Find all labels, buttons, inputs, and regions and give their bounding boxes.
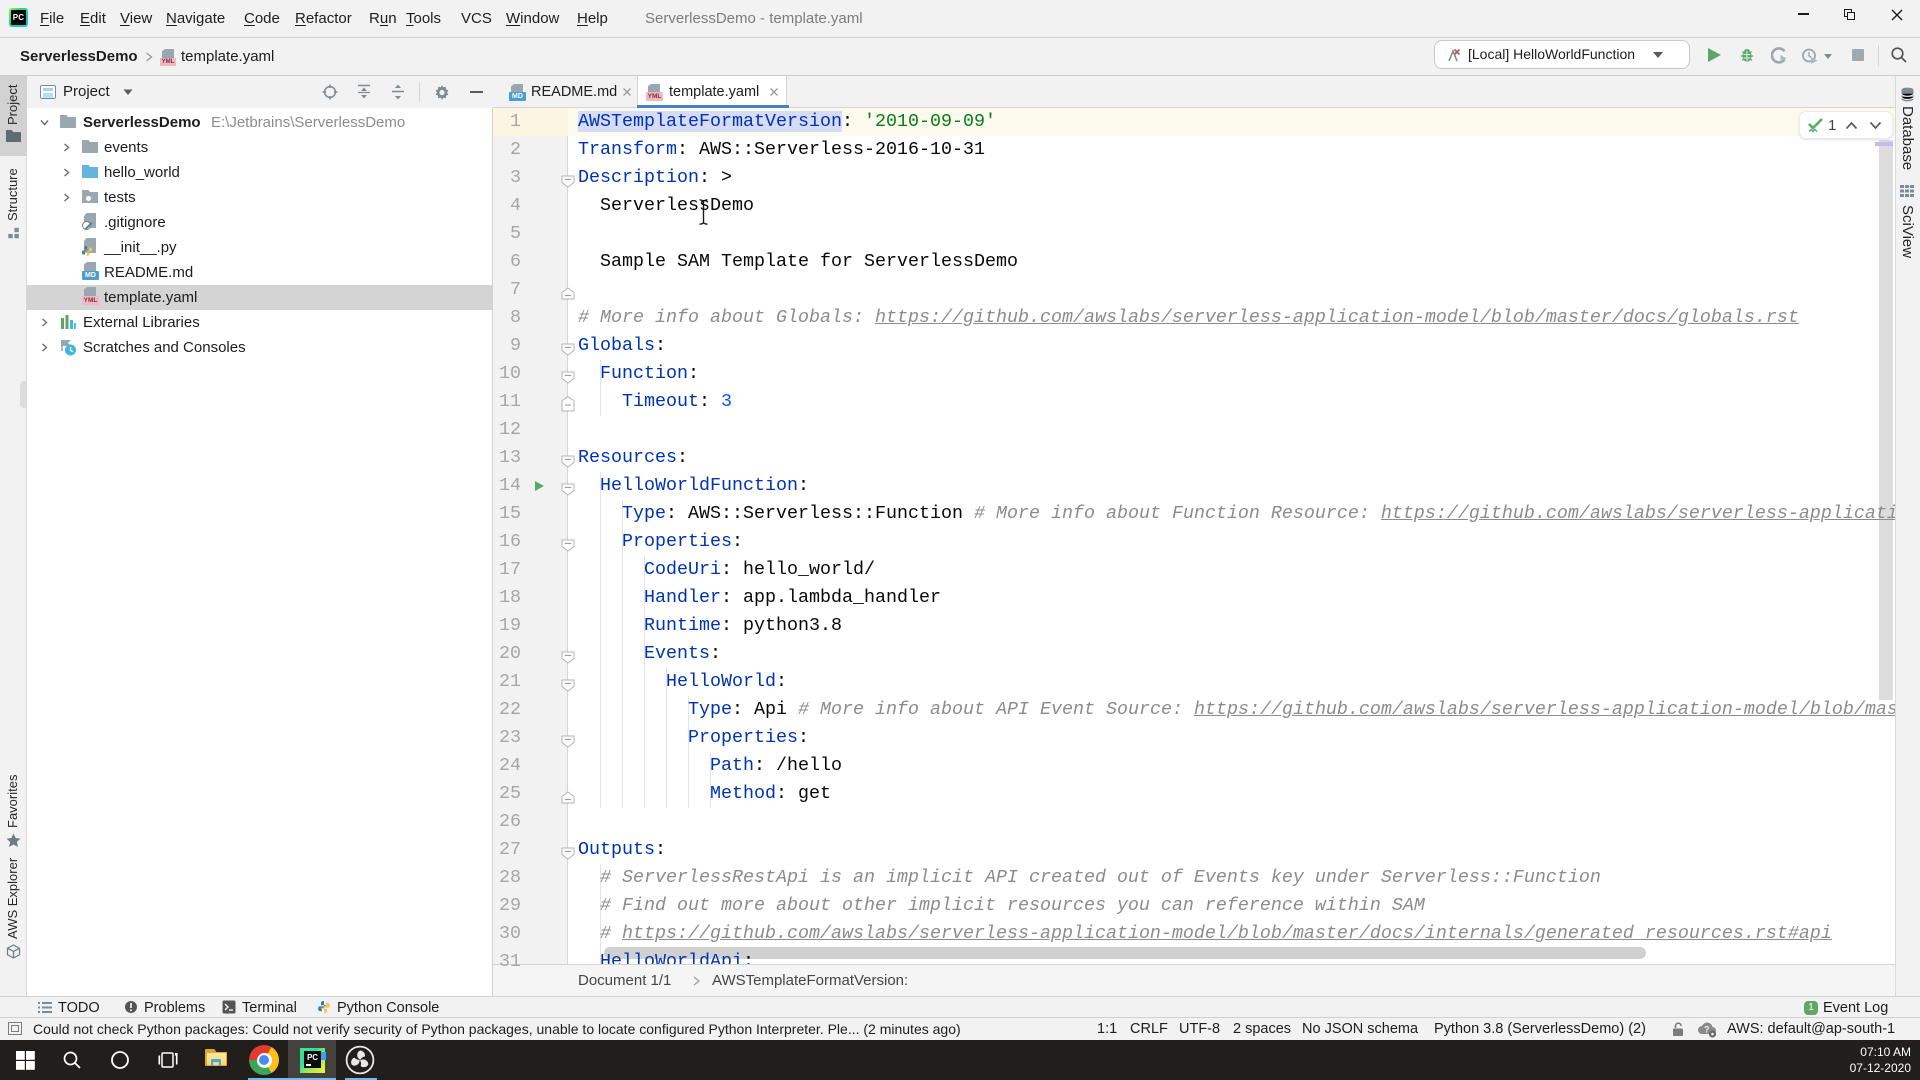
svg-text:?: ?	[1704, 1025, 1710, 1035]
